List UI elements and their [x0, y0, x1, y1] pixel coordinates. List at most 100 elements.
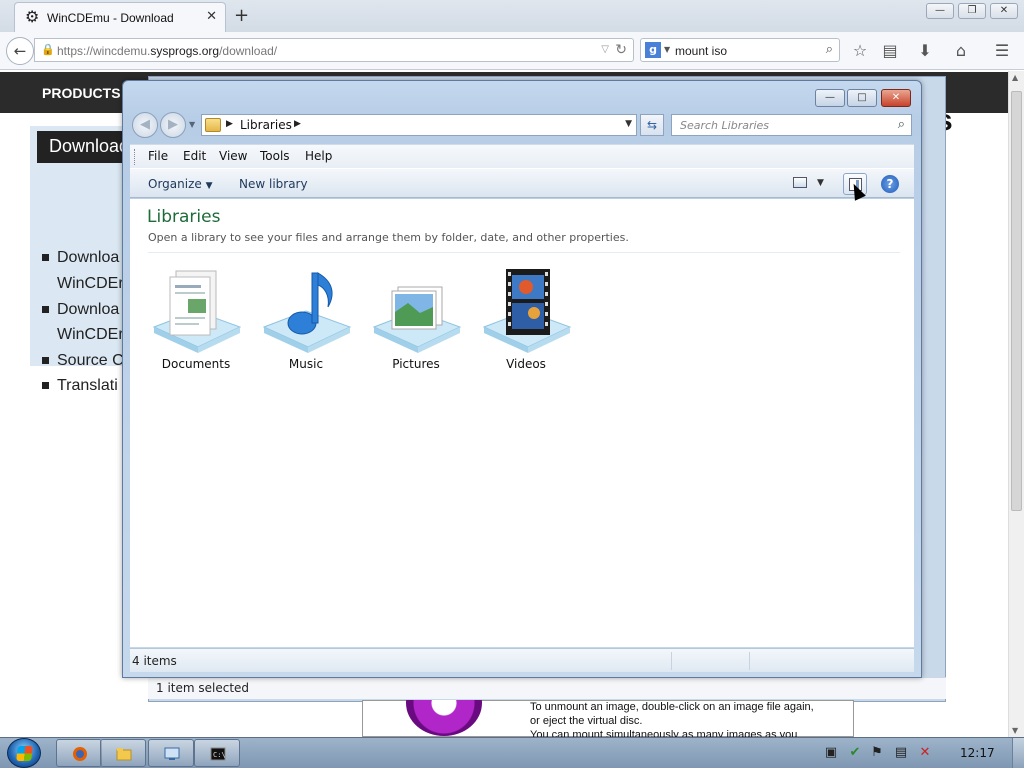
address-bar[interactable]: ▶ Libraries ▶ ▼: [201, 114, 637, 136]
menubar-grip: [134, 149, 136, 165]
scroll-up-icon[interactable]: ▲: [1012, 73, 1018, 82]
change-view-icon[interactable]: [793, 177, 807, 188]
taskbar-explorer[interactable]: [100, 739, 146, 767]
pictures-icon: [372, 286, 462, 353]
tab-title: WinCDEmu - Download: [47, 11, 174, 25]
show-desktop-button[interactable]: [1012, 738, 1024, 768]
nav-products[interactable]: PRODUCTS: [42, 85, 121, 101]
breadcrumb-libraries[interactable]: Libraries: [240, 118, 292, 132]
menu-bar: File Edit View Tools Help: [130, 144, 914, 168]
action-center-flag-icon[interactable]: ⚑: [870, 746, 884, 760]
gear-icon: ⚙: [25, 7, 40, 26]
menu-edit[interactable]: Edit: [183, 149, 206, 163]
disc-image: [406, 700, 482, 737]
browser-minimize-button[interactable]: —: [926, 3, 954, 19]
menu-tools[interactable]: Tools: [260, 149, 290, 163]
library-item-music[interactable]: Music: [252, 267, 352, 377]
menu-icon[interactable]: ☰: [992, 41, 1012, 60]
url-text: https://wincdemu.sysprogs.org/download/: [57, 44, 278, 58]
scroll-down-icon[interactable]: ▼: [1012, 726, 1018, 735]
menu-help[interactable]: Help: [305, 149, 332, 163]
view-options-dropdown-icon[interactable]: ▼: [817, 178, 824, 188]
tab-close-icon[interactable]: ✕: [206, 9, 217, 24]
libraries-description: Open a library to see your files and arr…: [148, 231, 629, 244]
sidebar-link[interactable]: Translati: [42, 377, 118, 395]
url-bar[interactable]: 🔒 https://wincdemu.sysprogs.org/download…: [34, 38, 634, 62]
search-placeholder: Search Libraries: [680, 119, 770, 132]
svg-text:C:\: C:\: [213, 751, 226, 759]
recent-pages-icon[interactable]: ▼: [189, 120, 195, 129]
browser-tab[interactable]: ⚙ WinCDEmu - Download ✕: [14, 2, 226, 32]
library-item-documents[interactable]: Documents: [142, 267, 242, 377]
cmd-icon: C:\: [210, 747, 226, 761]
tray-security-icon[interactable]: ✔: [848, 746, 862, 760]
sidebar-link-cont[interactable]: WinCDEr: [57, 326, 124, 344]
taskbar-network-manager[interactable]: [148, 739, 194, 767]
network-manager-icon: [164, 747, 180, 760]
volume-muted-icon[interactable]: ✕: [918, 746, 932, 760]
page-scrollbar[interactable]: ▲ ▼: [1008, 71, 1024, 737]
explorer-status-bar: 4 items: [130, 648, 914, 672]
menu-view[interactable]: View: [219, 149, 247, 163]
minimize-button[interactable]: —: [815, 89, 845, 107]
new-tab-button[interactable]: +: [234, 5, 249, 26]
command-bar: Organize ▼ New library ▼ ?: [130, 168, 914, 198]
browser-restore-button[interactable]: ❐: [958, 3, 986, 19]
tray-app-icon[interactable]: ▣: [824, 746, 838, 760]
libraries-pane: Libraries Open a library to see your fil…: [130, 199, 914, 647]
refresh-icon[interactable]: ⇆: [640, 114, 664, 136]
downloads-icon[interactable]: ⬇: [915, 41, 935, 60]
reading-list-icon[interactable]: ▤: [880, 41, 900, 60]
address-dropdown-icon[interactable]: ▼: [625, 119, 632, 129]
documents-icon: [152, 270, 242, 353]
search-input[interactable]: Search Libraries ⌕: [671, 114, 912, 136]
start-button[interactable]: [7, 738, 41, 768]
breadcrumb-arrow-icon[interactable]: ▶: [226, 119, 233, 129]
back-button[interactable]: ◀: [132, 112, 158, 138]
taskbar-firefox[interactable]: [56, 739, 102, 767]
library-item-pictures[interactable]: Pictures: [362, 267, 462, 377]
sidebar-link-cont[interactable]: WinCDEr: [57, 275, 124, 293]
search-engine-dropdown-icon[interactable]: ▼: [664, 45, 670, 54]
libraries-heading: Libraries: [147, 207, 221, 227]
organize-button[interactable]: Organize ▼: [148, 177, 213, 191]
menu-file[interactable]: File: [148, 149, 168, 163]
taskbar-cmd[interactable]: C:\: [194, 739, 240, 767]
clock[interactable]: 12:17: [960, 746, 995, 760]
new-library-button[interactable]: New library: [239, 177, 308, 191]
windows-logo-icon: [16, 746, 33, 761]
network-icon[interactable]: ▤: [894, 746, 908, 760]
reload-icon[interactable]: ↻: [615, 42, 627, 58]
home-icon[interactable]: ⌂: [951, 41, 971, 60]
libraries-folder-icon: [205, 118, 221, 132]
bookmark-star-icon[interactable]: ☆: [850, 41, 870, 60]
breadcrumb-arrow-icon[interactable]: ▶: [294, 119, 301, 129]
scroll-thumb[interactable]: [1011, 91, 1022, 511]
back-button[interactable]: ←: [6, 37, 34, 65]
music-icon: [262, 272, 352, 353]
library-label: Videos: [506, 357, 546, 371]
help-icon[interactable]: ?: [881, 175, 899, 193]
maximize-button[interactable]: □: [847, 89, 877, 107]
search-value[interactable]: mount iso: [675, 44, 727, 58]
sidebar-heading: Download: [37, 131, 130, 163]
url-history-dropdown-icon[interactable]: ▽: [601, 44, 609, 55]
library-label: Documents: [161, 357, 231, 371]
sidebar-link[interactable]: Downloa: [42, 249, 119, 267]
sidebar-link[interactable]: Source C: [42, 352, 124, 370]
organize-dropdown-icon: ▼: [205, 181, 213, 191]
search-icon[interactable]: ⌕: [898, 117, 905, 132]
close-button[interactable]: ✕: [881, 89, 911, 107]
library-item-videos[interactable]: Videos: [472, 267, 572, 377]
browser-close-button[interactable]: ✕: [990, 3, 1018, 19]
google-icon[interactable]: g: [645, 42, 661, 58]
item-count: 4 items: [132, 654, 177, 668]
background-window-status: 1 item selected: [148, 677, 946, 699]
sidebar-link[interactable]: Downloa: [42, 301, 119, 319]
browser-search-box[interactable]: g ▼ mount iso ⌕: [640, 38, 840, 62]
library-label: Pictures: [392, 357, 440, 371]
forward-button[interactable]: ▶: [160, 112, 186, 138]
search-icon[interactable]: ⌕: [826, 42, 833, 57]
browser-titlebar: ⚙ WinCDEmu - Download ✕ + — ❐ ✕: [0, 0, 1024, 32]
firefox-icon: [73, 747, 87, 761]
